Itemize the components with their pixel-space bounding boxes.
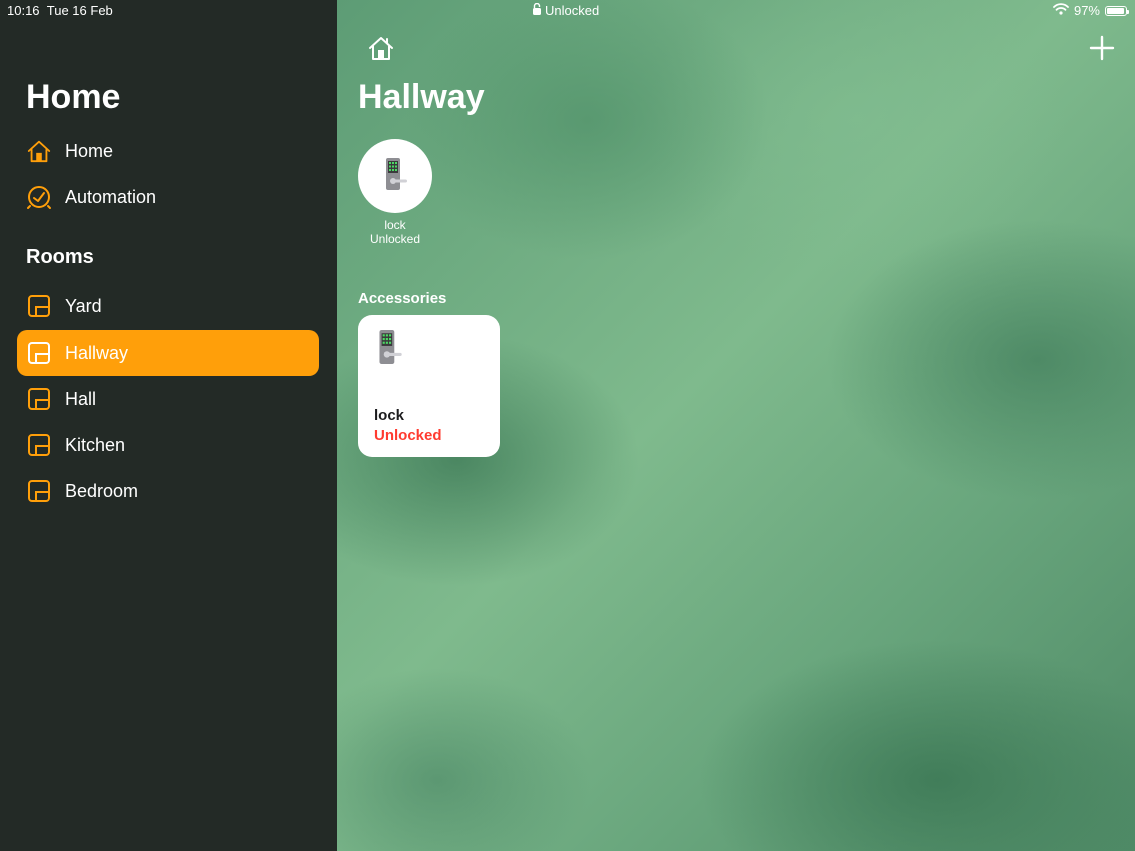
status-time: 10:16 [7,3,40,18]
rooms-section-title: Rooms [26,246,94,268]
status-time-date: 10:16 Tue 16 Feb [7,3,113,18]
sidebar-item-home[interactable]: Home [17,128,319,174]
battery-percent: 97% [1073,3,1100,18]
sidebar-item-hall[interactable]: Hall [17,376,319,422]
house-icon [367,37,395,65]
room-icon [26,432,52,458]
sidebar-item-label: Automation [65,186,157,207]
page-title: Hallway [358,78,485,116]
quick-control-circle [358,139,432,213]
sidebar-item-label: Yard [65,295,102,316]
sidebar-item-yard[interactable]: Yard [17,283,319,329]
sidebar-item-label: Hallway [65,342,129,363]
status-center-text: Unlocked [545,3,600,18]
sidebar: 10:16 Tue 16 Feb Home Home Automation Ro… [0,0,337,851]
room-icon [26,340,52,366]
accessory-state: Unlocked [374,427,442,444]
plus-icon [1089,35,1115,65]
battery-cap [1127,9,1129,14]
accessories-section-title: Accessories [358,290,447,307]
status-right: 97% [1053,3,1129,18]
clock-icon [26,184,52,210]
lock-quick-control[interactable]: lock Unlocked [358,139,432,246]
room-icon [26,386,52,412]
quick-control-name: lock [384,218,406,232]
lock-open-icon [532,2,542,18]
status-lock-state: Unlocked [532,2,600,18]
quick-control-state: Unlocked [369,232,421,246]
home-settings-button[interactable] [367,35,395,61]
status-date: Tue 16 Feb [46,3,113,18]
battery-fill [1107,7,1125,14]
sidebar-item-automation[interactable]: Automation [17,174,319,220]
sidebar-item-bedroom[interactable]: Bedroom [17,468,319,514]
room-icon [26,478,52,504]
battery-icon [1105,5,1129,16]
sidebar-item-kitchen[interactable]: Kitchen [17,422,319,468]
sidebar-item-label: Bedroom [65,480,139,501]
main-content: Unlocked 97% Hallway lock Unlocked Acces… [337,0,1135,851]
sidebar-item-label: Kitchen [65,434,126,455]
sidebar-item-label: Home [65,140,114,161]
smart-lock-icon [374,329,404,370]
sidebar-item-label: Hall [65,388,97,409]
accessory-tile-lock[interactable]: lock Unlocked [358,315,500,457]
wifi-icon [1053,3,1069,18]
add-button[interactable] [1089,35,1115,61]
sidebar-title: Home [26,78,121,116]
sidebar-item-hallway[interactable]: Hallway [17,330,319,376]
smart-lock-icon [381,157,409,196]
accessory-name: lock [374,407,405,424]
house-icon [26,138,52,164]
room-icon [26,293,52,319]
